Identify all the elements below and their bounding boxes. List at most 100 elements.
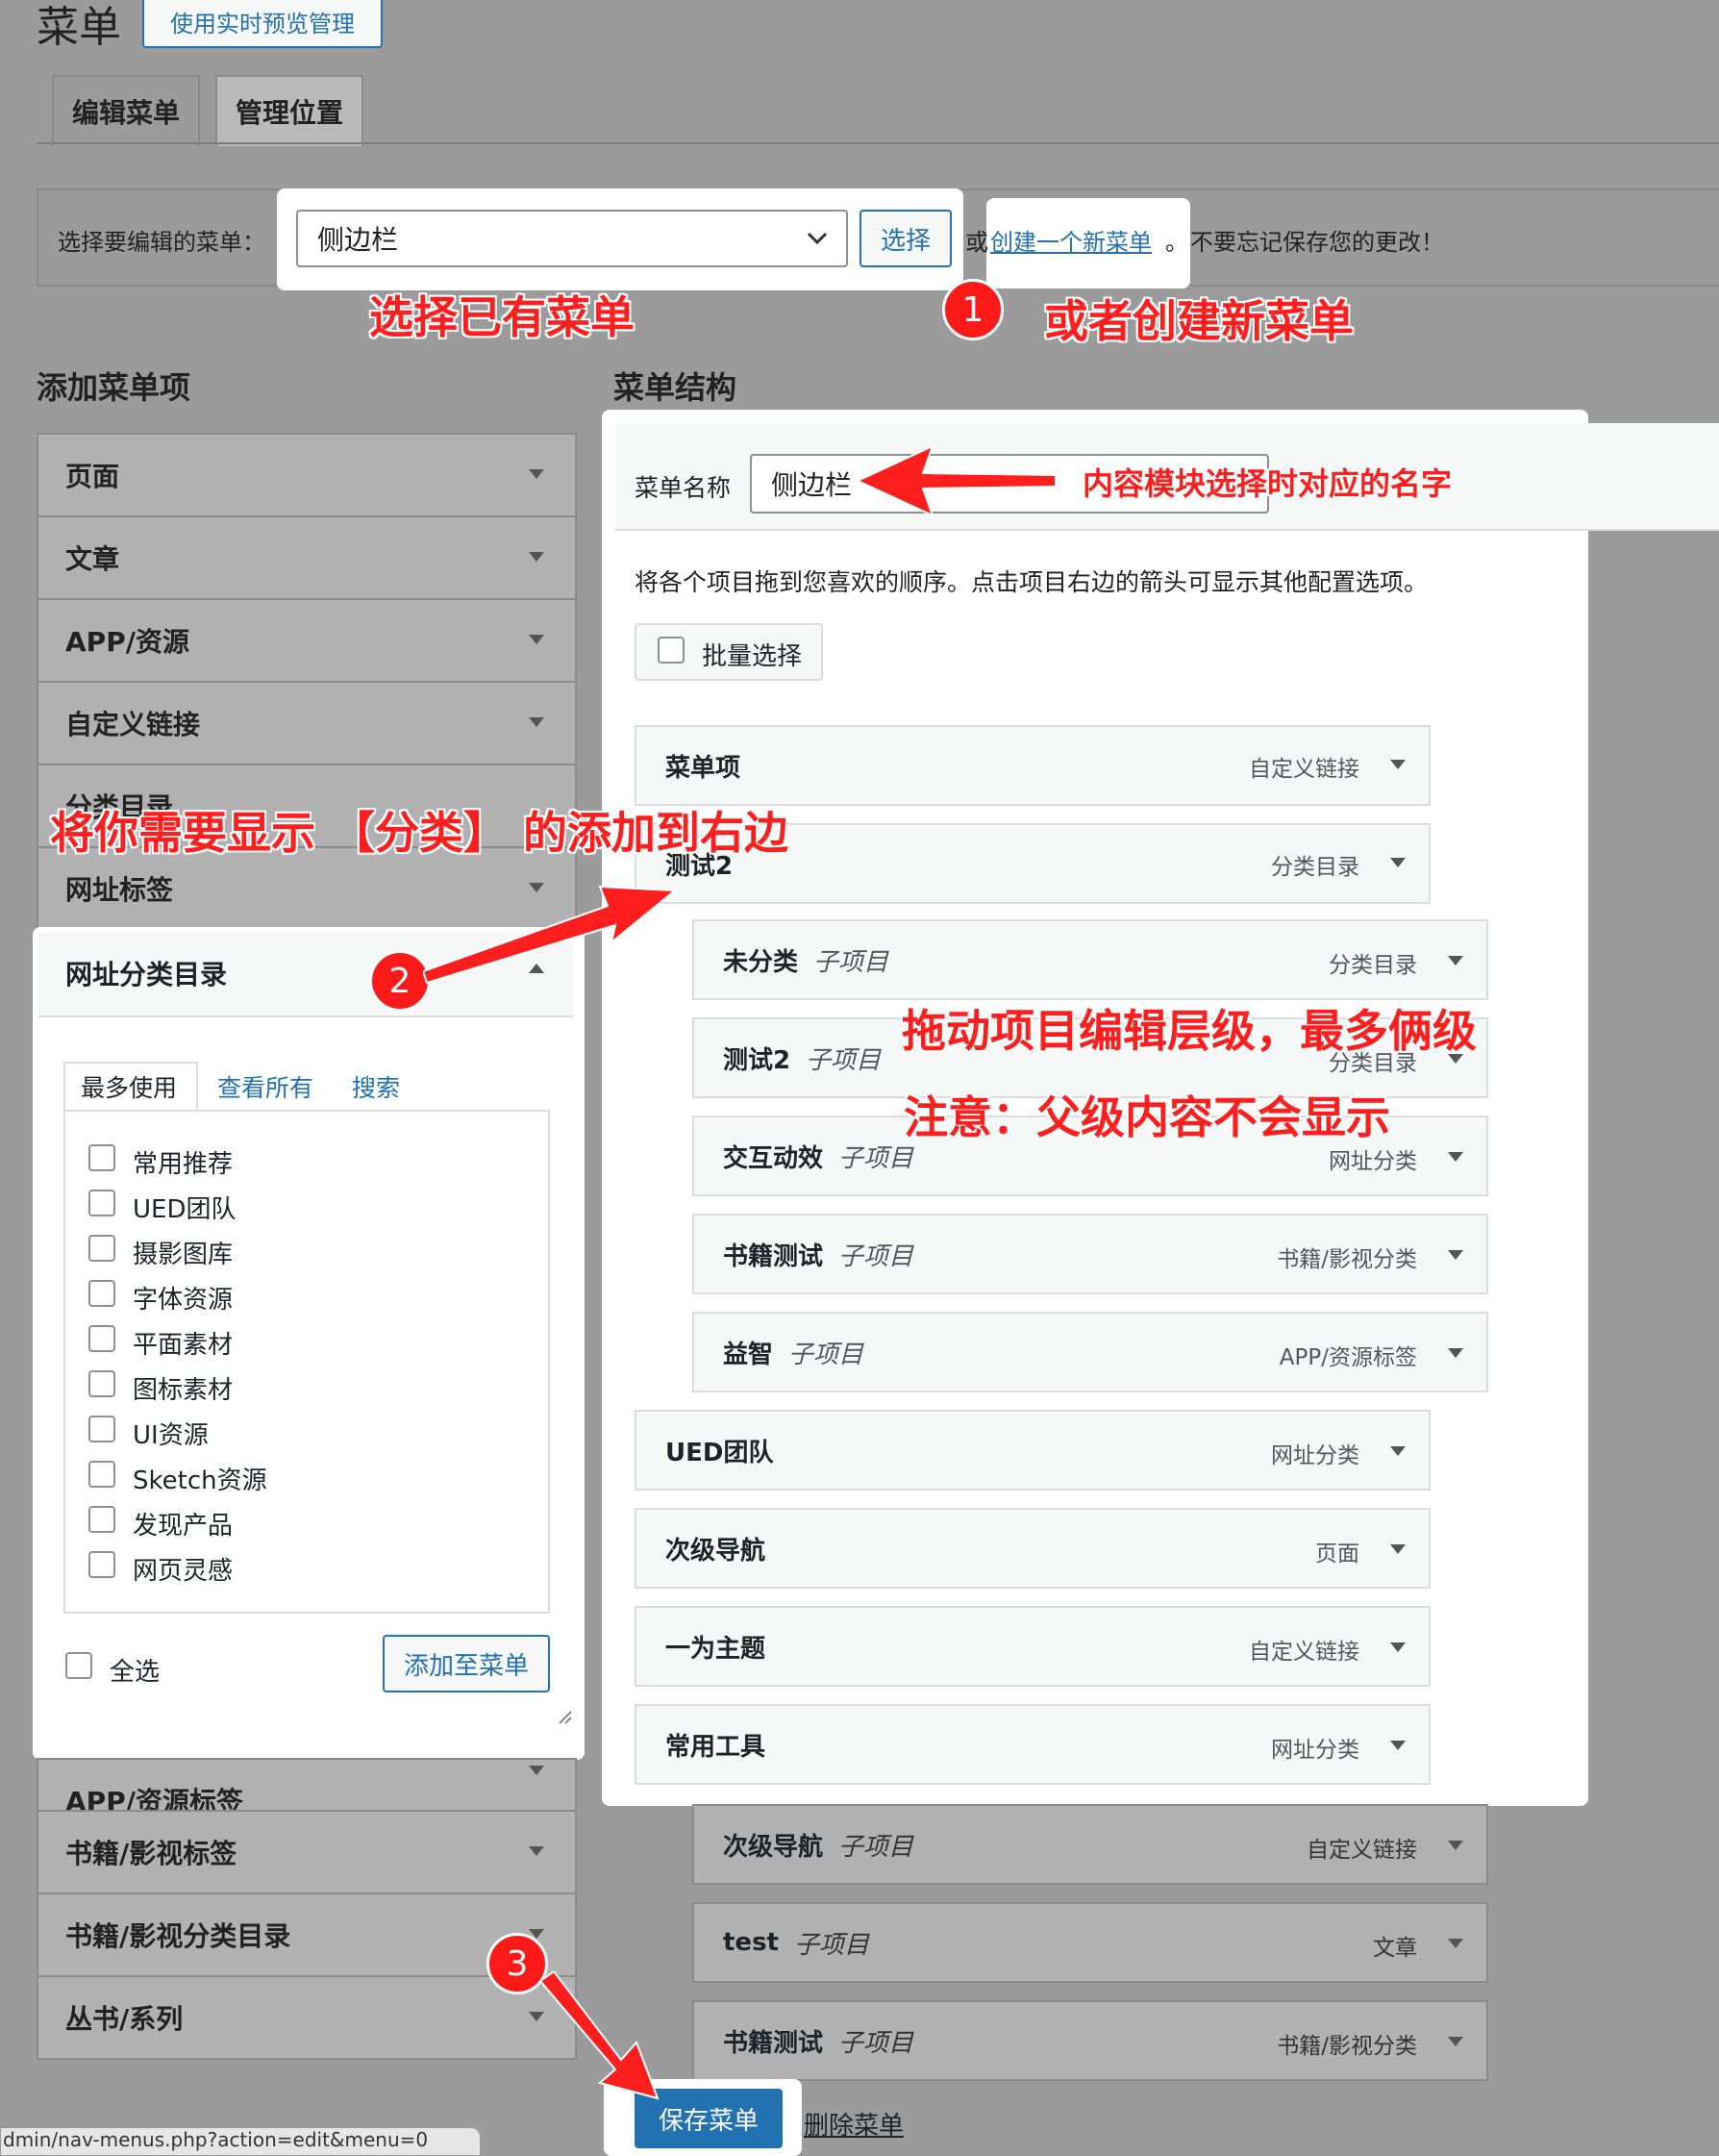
checkbox[interactable]: [88, 1461, 115, 1488]
triangle-down-icon[interactable]: [1448, 1348, 1463, 1358]
accordion-pages[interactable]: 页面: [37, 433, 577, 517]
annotation-badge-2: 2: [369, 950, 431, 1012]
checkbox-label: UI资源: [133, 1421, 209, 1450]
add-to-menu-button[interactable]: 添加至菜单: [383, 1635, 550, 1692]
menu-item-title: 书籍测试: [723, 2028, 824, 2058]
triangle-down-icon[interactable]: [1390, 1741, 1406, 1750]
select-menu-label: 选择要编辑的菜单：: [58, 229, 265, 256]
menu-select[interactable]: 侧边栏: [296, 210, 848, 267]
menu-item-type: 书籍/影视分类: [1277, 1247, 1417, 1272]
checkbox-label: 图标素材: [133, 1376, 234, 1405]
triangle-down-icon[interactable]: [1448, 1841, 1463, 1850]
save-reminder-text: 不要忘记保存您的更改！: [1190, 229, 1444, 256]
menu-item-type: 自定义链接: [1249, 1640, 1359, 1665]
menu-item-title: test: [723, 1928, 779, 1957]
menu-select-value: 侧边栏: [317, 224, 399, 256]
create-new-menu-link[interactable]: 创建一个新菜单: [990, 223, 1152, 257]
accordion-book-tags-label: 书籍/影视标签: [65, 1838, 237, 1869]
checkbox[interactable]: [88, 1144, 115, 1171]
triangle-down-icon[interactable]: [1390, 1544, 1406, 1554]
accordion-posts[interactable]: 文章: [37, 515, 577, 600]
bulk-select-checkbox[interactable]: [658, 637, 685, 664]
menu-item-title: 益智: [723, 1340, 774, 1369]
tab-edit-menu[interactable]: 编辑菜单: [52, 75, 200, 146]
select-all-label: 全选: [110, 1658, 161, 1687]
arrow-left-icon: [856, 444, 1057, 517]
menu-item-sub: 子项目: [813, 947, 889, 977]
add-menu-items-title: 添加菜单项: [37, 369, 191, 406]
menu-item-type: 分类目录: [1329, 953, 1417, 978]
accordion-book-categories-label: 书籍/影视分类目录: [65, 1920, 291, 1952]
menu-item-title: 次级导航: [723, 1832, 824, 1862]
menu-item-type: 书籍/影视分类: [1277, 2034, 1417, 2059]
menu-item-sub: 子项目: [838, 1143, 914, 1173]
checkbox[interactable]: [88, 1280, 115, 1307]
triangle-down-icon: [529, 1846, 544, 1856]
accordion-custom-links[interactable]: 自定义链接: [37, 681, 577, 765]
checkbox[interactable]: [88, 1370, 115, 1397]
triangle-down-icon[interactable]: [1448, 956, 1463, 965]
menu-item-type: 网址分类: [1329, 1149, 1417, 1174]
chevron-down-icon: [807, 232, 828, 245]
resize-handle-icon[interactable]: [558, 1710, 573, 1725]
tab-manage-locations[interactable]: 管理位置: [215, 75, 363, 146]
triangle-down-icon: [529, 635, 544, 644]
accordion-series[interactable]: 丛书/系列: [37, 1975, 577, 2060]
menu-item-type: 分类目录: [1271, 855, 1359, 880]
checkbox[interactable]: [88, 1416, 115, 1442]
menu-item-type: 网址分类: [1271, 1443, 1359, 1468]
triangle-down-icon[interactable]: [1390, 858, 1406, 867]
triangle-down-icon[interactable]: [1448, 1250, 1463, 1260]
triangle-down-icon[interactable]: [1448, 1939, 1463, 1948]
accordion-custom-links-label: 自定义链接: [65, 709, 201, 740]
menu-item-sub: 子项目: [806, 1045, 882, 1075]
arrow-down-right-icon: [538, 1971, 660, 2100]
tab-divider: [37, 142, 1719, 144]
menu-item-child[interactable]: test 子项目: [692, 1902, 1488, 1983]
checkbox[interactable]: [88, 1551, 115, 1578]
menu-item-title: 菜单项: [665, 753, 741, 783]
annotation-create-new: 或者创建新菜单: [1044, 295, 1354, 347]
triangle-down-icon[interactable]: [1390, 1446, 1406, 1456]
checkbox-label: 发现产品: [133, 1512, 234, 1541]
delete-menu-link[interactable]: 删除菜单: [804, 2106, 904, 2142]
or-text: 或: [965, 229, 988, 256]
checkbox-label: 平面素材: [133, 1331, 234, 1360]
annotation-badge-1: 1: [942, 279, 1004, 340]
annotation-module-name: 内容模块选择时对应的名字: [1083, 465, 1453, 502]
accordion-book-tags[interactable]: 书籍/影视标签: [37, 1810, 577, 1894]
menu-item-sub: 子项目: [838, 2028, 914, 2058]
select-all-checkbox[interactable]: [65, 1652, 92, 1679]
subtab-search[interactable]: 搜索: [352, 1069, 400, 1104]
annotation-drag-levels: 拖动项目编辑层级，最多俩级: [902, 1005, 1477, 1057]
menu-item-sub: 子项目: [793, 1930, 869, 1960]
menu-item[interactable]: 次级导航: [635, 1508, 1431, 1589]
triangle-down-icon[interactable]: [1390, 760, 1406, 769]
checkbox-label: UED团队: [133, 1195, 237, 1224]
triangle-down-icon: [529, 469, 544, 479]
accordion-app-resources[interactable]: APP/资源: [37, 598, 577, 683]
checkbox-label: 摄影图库: [133, 1241, 234, 1269]
live-preview-button[interactable]: 使用实时预览管理: [142, 0, 383, 48]
checkbox[interactable]: [88, 1506, 115, 1533]
checkbox[interactable]: [88, 1190, 115, 1216]
menu-item-type: 自定义链接: [1249, 757, 1359, 782]
checkbox[interactable]: [88, 1235, 115, 1262]
triangle-down-icon[interactable]: [1390, 1642, 1406, 1652]
subtab-view-all[interactable]: 查看所有: [217, 1069, 313, 1104]
subtab-most-used[interactable]: 最多使用: [81, 1069, 177, 1104]
menu-item-sub: 子项目: [788, 1340, 864, 1369]
arrow-right-icon: [423, 885, 677, 985]
menu-item-title: 书籍测试: [723, 1241, 824, 1271]
menu-item-title: 常用工具: [665, 1732, 766, 1762]
url-category-title: 网址分类目录: [65, 959, 228, 990]
triangle-down-icon[interactable]: [1448, 2037, 1463, 2046]
select-button[interactable]: 选择: [860, 210, 952, 267]
bulk-select-label: 批量选择: [702, 642, 803, 671]
menu-item-sub: 子项目: [838, 1241, 914, 1271]
menu-name-label: 菜单名称: [635, 474, 732, 502]
menu-item-type: 页面: [1315, 1542, 1359, 1567]
checkbox[interactable]: [88, 1325, 115, 1352]
accordion-pages-label: 页面: [65, 461, 120, 492]
triangle-down-icon[interactable]: [1448, 1152, 1463, 1162]
